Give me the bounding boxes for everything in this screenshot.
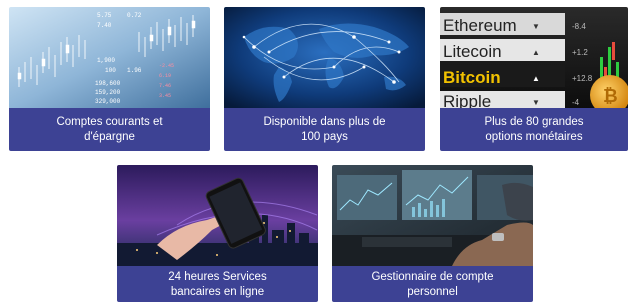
ticker-num: 100 [105, 67, 116, 74]
ticker-name: Ripple [443, 92, 491, 108]
ticker-num: 7.40 [97, 22, 112, 29]
ticker-num: 1.96 [127, 67, 142, 74]
ticker-change: -4 [572, 98, 580, 107]
ticker-num: 159,200 [95, 89, 121, 96]
svg-text:3.45: 3.45 [159, 93, 171, 99]
caption-line: options monétaires [485, 130, 583, 143]
ticker-name: Ethereum [443, 16, 517, 35]
feature-card-accounts[interactable]: 5.75 0.72 7.40 1,900 100 1.96 198,600 15… [9, 7, 210, 151]
ticker-num: 5.75 [97, 12, 112, 19]
card-caption: Disponible dans plus de 100 pays [224, 108, 425, 151]
world-network-image [224, 7, 425, 108]
svg-text:▼: ▼ [532, 98, 540, 107]
feature-card-account-manager[interactable]: Gestionnaire de compte personnel [332, 165, 533, 302]
feature-card-currencies[interactable]: Ethereum Litecoin Bitcoin Ripple ▼ ▲ ▲ ▼… [440, 7, 628, 151]
svg-text:7.46: 7.46 [159, 83, 171, 89]
hand-phone-city-image [117, 165, 318, 266]
ticker-change: +1.2 [572, 48, 588, 57]
caption-line: d'épargne [84, 130, 135, 143]
ticker-name: Bitcoin [443, 68, 501, 87]
feature-card-countries[interactable]: Disponible dans plus de 100 pays [224, 7, 425, 151]
card-caption: Comptes courants et d'épargne [9, 108, 210, 151]
caption-line: Gestionnaire de compte [371, 271, 494, 283]
svg-text:▲: ▲ [532, 48, 540, 57]
svg-text:-2.45: -2.45 [159, 63, 174, 69]
crypto-ticker-image: Ethereum Litecoin Bitcoin Ripple ▼ ▲ ▲ ▼… [440, 7, 628, 108]
caption-line: Disponible dans plus de [263, 115, 386, 128]
caption-line: personnel [407, 286, 458, 298]
card-caption: Plus de 80 grandes options monétaires [440, 108, 628, 151]
ticker-change: -8.4 [572, 22, 586, 31]
stock-ticker-image: 5.75 0.72 7.40 1,900 100 1.96 198,600 15… [9, 7, 210, 108]
caption-line: Comptes courants et [56, 115, 163, 128]
feature-card-online-banking[interactable]: 24 heures Services bancaires en ligne [117, 165, 318, 302]
svg-text:6.19: 6.19 [159, 73, 171, 79]
ticker-num: 198,600 [95, 80, 121, 87]
caption-line: bancaires en ligne [170, 286, 265, 298]
ticker-num: 1,900 [97, 57, 115, 64]
ticker-num: 0.72 [127, 12, 142, 19]
ticker-change: +12.8 [572, 74, 593, 83]
caption-line: Plus de 80 grandes [484, 115, 584, 128]
svg-text:▼: ▼ [532, 22, 540, 31]
ticker-name: Litecoin [443, 42, 502, 61]
svg-text:▲: ▲ [532, 74, 540, 83]
caption-line: 100 pays [301, 130, 348, 143]
svg-text:₿: ₿ [603, 86, 618, 106]
trader-monitors-image [332, 165, 533, 266]
card-caption: 24 heures Services bancaires en ligne [117, 266, 318, 302]
caption-line: 24 heures Services [168, 271, 267, 283]
card-caption: Gestionnaire de compte personnel [332, 266, 533, 302]
ticker-num: 329,000 [95, 98, 121, 105]
